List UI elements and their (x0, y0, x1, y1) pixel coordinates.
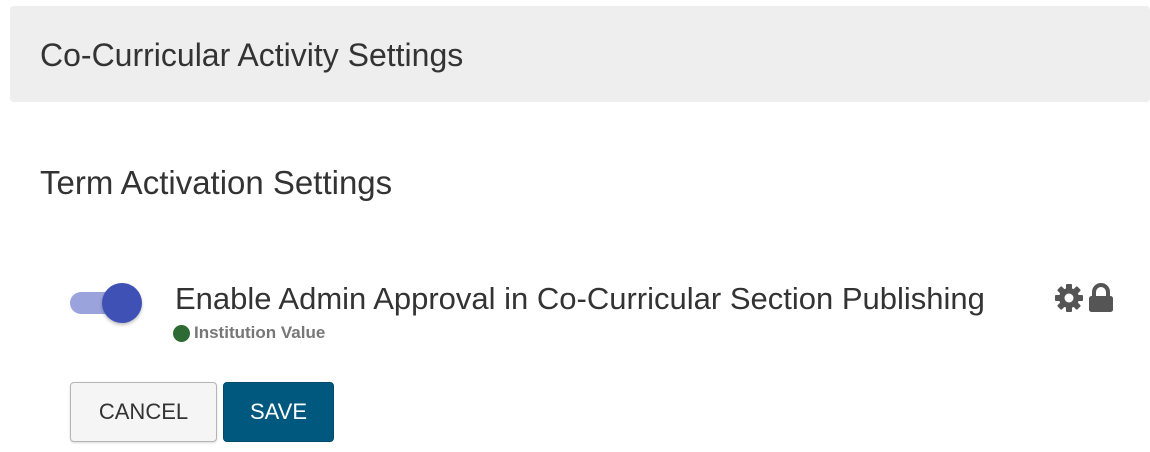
gear-icon[interactable] (1053, 282, 1085, 314)
section-title: Term Activation Settings (40, 164, 393, 201)
setting-row: Enable Admin Approval in Co-Curricular S… (0, 270, 1150, 350)
institution-value-status: Institution Value (173, 323, 325, 343)
admin-approval-toggle[interactable] (70, 282, 142, 323)
lock-icon (1085, 282, 1117, 314)
cancel-button[interactable]: CANCEL (70, 382, 217, 442)
status-text: Institution Value (194, 323, 326, 342)
setting-label: Enable Admin Approval in Co-Curricular S… (175, 281, 985, 316)
page-title: Co-Curricular Activity Settings (40, 37, 464, 73)
toggle-knob (102, 283, 142, 323)
form-actions: CANCEL SAVE (70, 382, 334, 442)
page-header: Co-Curricular Activity Settings (10, 6, 1150, 102)
status-dot-icon (173, 324, 190, 342)
setting-icons (1053, 282, 1117, 314)
save-button[interactable]: SAVE (223, 382, 334, 442)
